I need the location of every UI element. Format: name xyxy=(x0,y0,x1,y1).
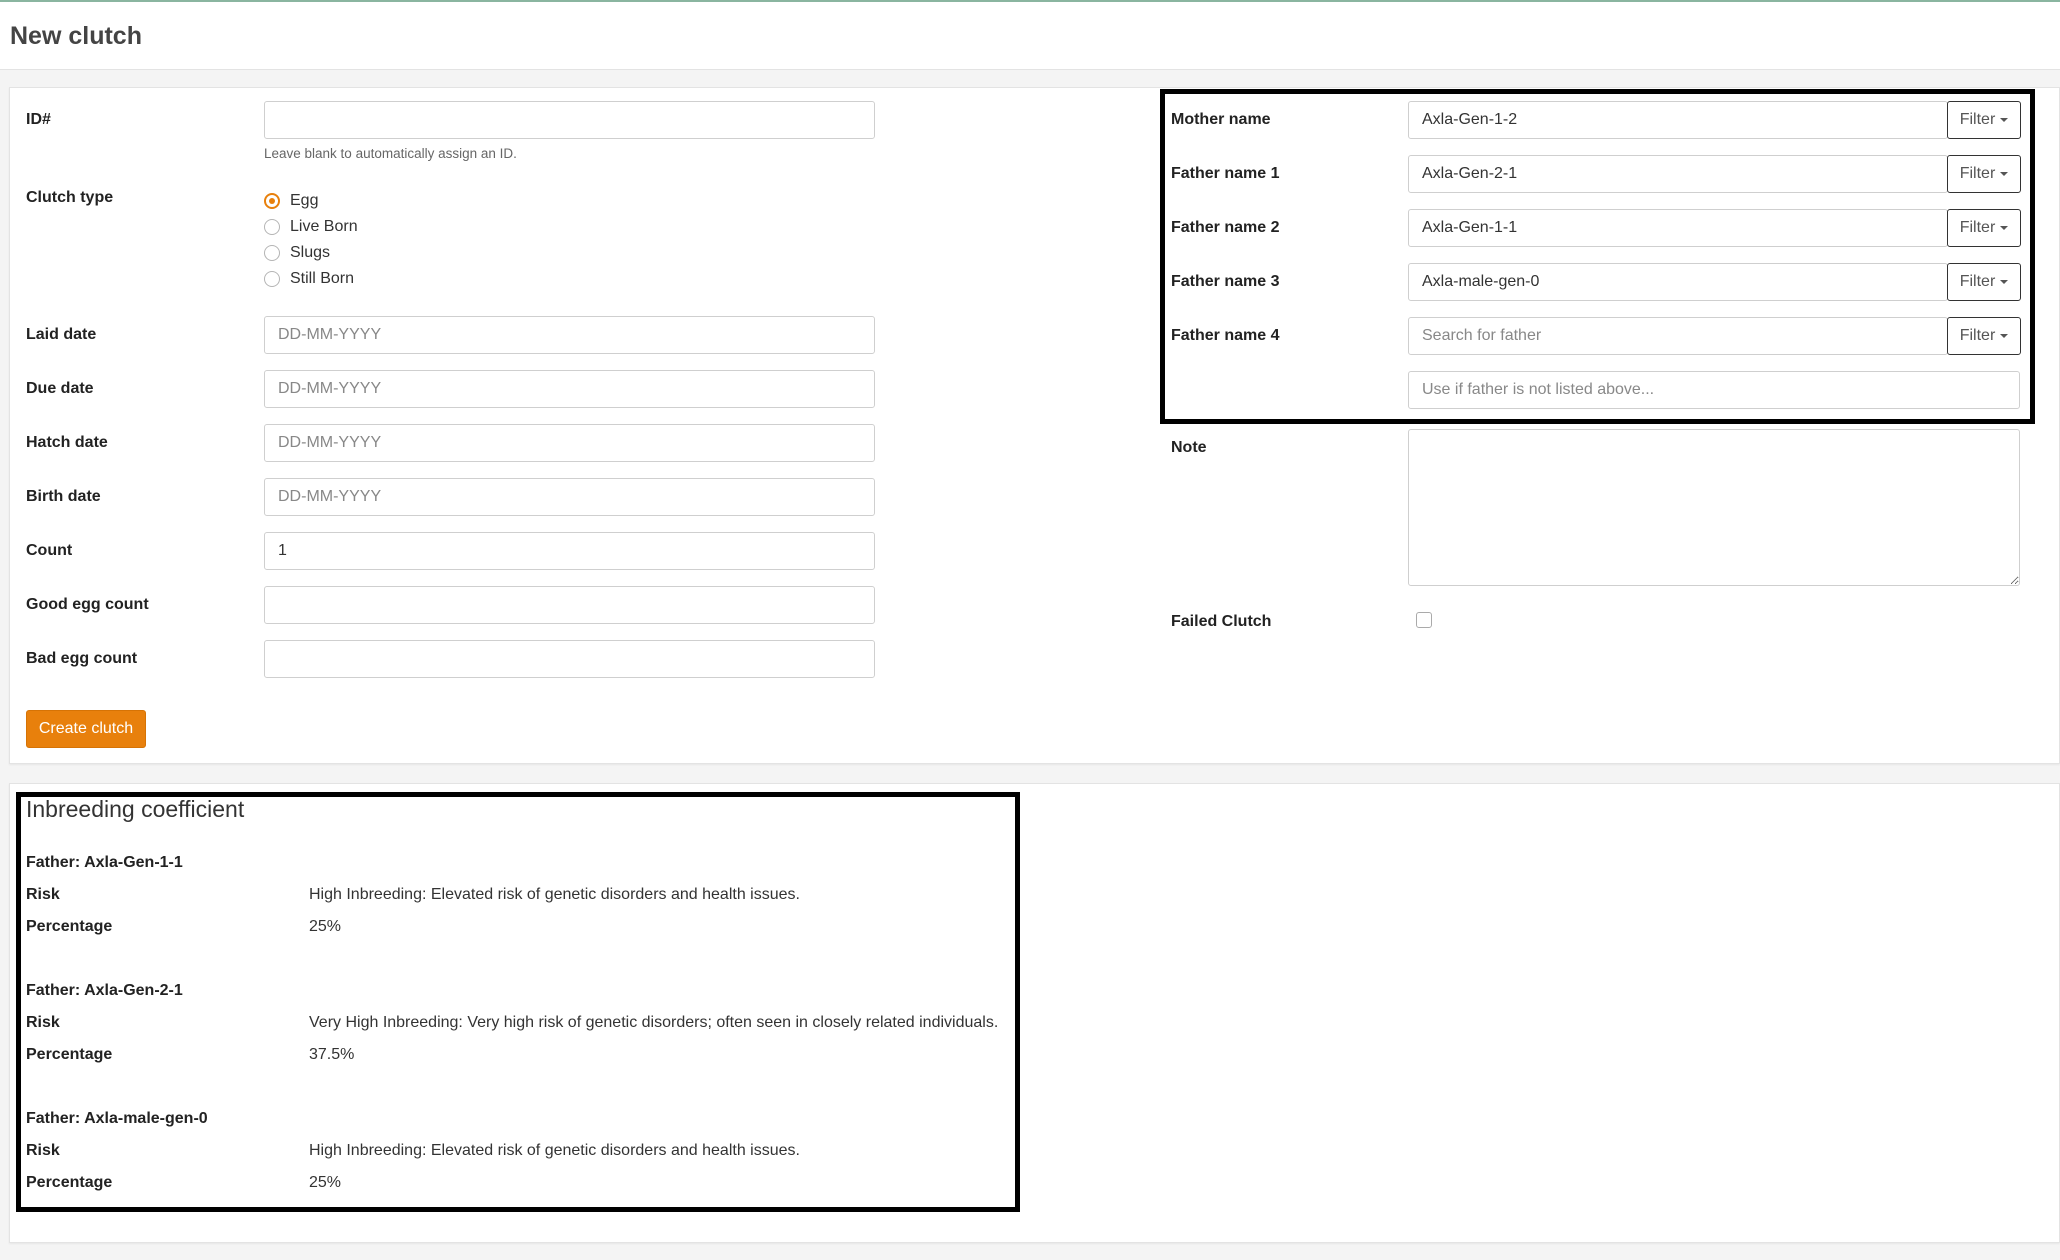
note-textarea[interactable] xyxy=(1408,429,2020,586)
radio-slugs-indicator[interactable] xyxy=(264,245,280,261)
caret-down-icon xyxy=(2000,226,2009,230)
father-name-2-label: Father name 2 xyxy=(1171,219,1280,236)
mother-filter-label: Filter xyxy=(1959,111,1996,128)
inbreeding-percentage-value: 37.5% xyxy=(309,1046,355,1063)
hatch-date-input[interactable] xyxy=(264,424,875,462)
count-label: Count xyxy=(26,542,73,559)
father-name-3-label: Father name 3 xyxy=(1171,273,1280,290)
father-4-filter-label: Filter xyxy=(1959,327,1996,344)
id-help-text: Leave blank to automatically assign an I… xyxy=(264,146,517,161)
mother-name-label: Mother name xyxy=(1171,111,1271,128)
page-title: New clutch xyxy=(10,22,142,50)
bad-egg-count-label: Bad egg count xyxy=(26,650,138,667)
failed-clutch-label: Failed Clutch xyxy=(1171,613,1272,630)
father-name-1-label: Father name 1 xyxy=(1171,165,1280,182)
id-input[interactable] xyxy=(264,101,875,139)
inbreeding-percentage-label: Percentage xyxy=(26,1046,113,1063)
inbreeding-card: Inbreeding coefficient Father: Axla-Gen-… xyxy=(9,783,2060,1243)
caret-down-icon xyxy=(2000,118,2009,122)
inbreeding-father-3: Father: Axla-male-gen-0 xyxy=(26,1110,208,1127)
radio-live-born-indicator[interactable] xyxy=(264,219,280,235)
inbreeding-risk-value: High Inbreeding: Elevated risk of geneti… xyxy=(309,1142,800,1159)
radio-egg-indicator[interactable] xyxy=(264,193,280,209)
radio-still-born-label: Still Born xyxy=(290,270,355,287)
radio-live-born-label: Live Born xyxy=(290,218,358,235)
mother-name-input[interactable] xyxy=(1408,101,1948,139)
father-1-filter-button[interactable]: Filter xyxy=(1947,155,2021,193)
father-3-filter-button[interactable]: Filter xyxy=(1947,263,2021,301)
clutch-form-card: ID# Leave blank to automatically assign … xyxy=(9,87,2060,764)
caret-down-icon xyxy=(2000,280,2009,284)
radio-slugs[interactable]: Slugs xyxy=(264,242,330,264)
bad-egg-count-input[interactable] xyxy=(264,640,875,678)
due-date-label: Due date xyxy=(26,380,94,397)
radio-still-born[interactable]: Still Born xyxy=(264,268,354,290)
laid-date-input[interactable] xyxy=(264,316,875,354)
good-egg-count-input[interactable] xyxy=(264,586,875,624)
father-name-1-input[interactable] xyxy=(1408,155,1948,193)
due-date-input[interactable] xyxy=(264,370,875,408)
father-name-2-input[interactable] xyxy=(1408,209,1948,247)
hatch-date-label: Hatch date xyxy=(26,434,108,451)
father-1-filter-label: Filter xyxy=(1959,165,1996,182)
id-label: ID# xyxy=(26,111,51,128)
inbreeding-percentage-value: 25% xyxy=(309,1174,342,1191)
count-input[interactable] xyxy=(264,532,875,570)
inbreeding-father-2: Father: Axla-Gen-2-1 xyxy=(26,982,183,999)
radio-slugs-label: Slugs xyxy=(290,244,331,261)
radio-egg[interactable]: Egg xyxy=(264,190,318,212)
inbreeding-risk-label: Risk xyxy=(26,1014,60,1031)
father-2-filter-label: Filter xyxy=(1959,219,1996,236)
inbreeding-percentage-value: 25% xyxy=(309,918,342,935)
inbreeding-percentage-label: Percentage xyxy=(26,918,113,935)
radio-egg-label: Egg xyxy=(290,192,319,209)
good-egg-count-label: Good egg count xyxy=(26,596,149,613)
caret-down-icon xyxy=(2000,334,2009,338)
inbreeding-risk-label: Risk xyxy=(26,886,60,903)
inbreeding-risk-value: High Inbreeding: Elevated risk of geneti… xyxy=(309,886,800,903)
caret-down-icon xyxy=(2000,172,2009,176)
page-header: New clutch xyxy=(0,2,2060,70)
radio-live-born[interactable]: Live Born xyxy=(264,216,358,238)
father-3-filter-label: Filter xyxy=(1959,273,1996,290)
mother-filter-button[interactable]: Filter xyxy=(1947,101,2021,139)
father-name-4-label: Father name 4 xyxy=(1171,327,1280,344)
radio-still-born-indicator[interactable] xyxy=(264,271,280,287)
laid-date-label: Laid date xyxy=(26,326,97,343)
note-label: Note xyxy=(1171,439,1207,456)
inbreeding-father-1: Father: Axla-Gen-1-1 xyxy=(26,854,183,871)
father-name-4-input[interactable] xyxy=(1408,317,1948,355)
father-other-input[interactable] xyxy=(1408,371,2020,409)
father-2-filter-button[interactable]: Filter xyxy=(1947,209,2021,247)
father-name-3-input[interactable] xyxy=(1408,263,1948,301)
father-4-filter-button[interactable]: Filter xyxy=(1947,317,2021,355)
inbreeding-percentage-label: Percentage xyxy=(26,1174,113,1191)
inbreeding-risk-label: Risk xyxy=(26,1142,60,1159)
failed-clutch-checkbox[interactable] xyxy=(1416,612,1432,628)
birth-date-label: Birth date xyxy=(26,488,101,505)
clutch-type-label: Clutch type xyxy=(26,189,114,206)
inbreeding-title: Inbreeding coefficient xyxy=(26,796,245,822)
birth-date-input[interactable] xyxy=(264,478,875,516)
inbreeding-risk-value: Very High Inbreeding: Very high risk of … xyxy=(309,1014,999,1031)
create-clutch-button[interactable]: Create clutch xyxy=(26,710,146,748)
